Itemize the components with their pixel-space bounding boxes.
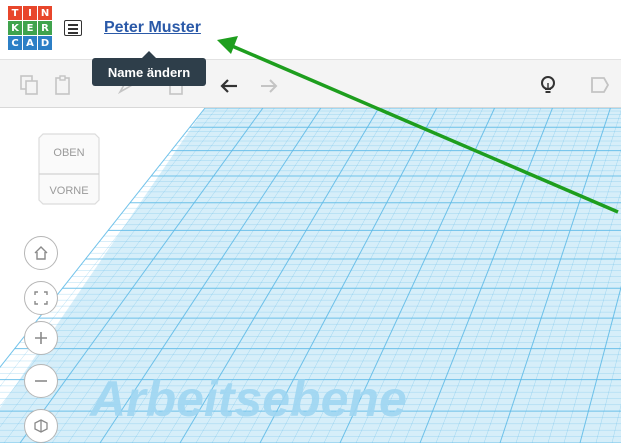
logo-letter: T — [8, 6, 22, 20]
logo-letter: R — [38, 21, 52, 35]
undo-icon[interactable] — [218, 74, 240, 96]
perspective-button[interactable] — [24, 409, 58, 443]
zoom-in-icon — [35, 332, 47, 344]
note-icon[interactable] — [588, 74, 610, 96]
logo-letter: N — [38, 6, 52, 20]
logo-letter: D — [38, 36, 52, 50]
design-list-icon[interactable] — [64, 20, 82, 36]
fit-view-button[interactable] — [24, 281, 58, 315]
home-view-button[interactable] — [24, 236, 58, 270]
zoom-in-button[interactable] — [24, 321, 58, 355]
tinkercad-logo[interactable]: TIN KER CAD — [8, 6, 53, 51]
fit-icon — [34, 291, 48, 305]
tooltip-arrow — [142, 51, 156, 58]
zoom-out-icon — [35, 380, 47, 382]
lightbulb-icon[interactable] — [537, 74, 559, 96]
logo-letter: A — [23, 36, 37, 50]
logo-letter: C — [8, 36, 22, 50]
logo-letter: E — [23, 21, 37, 35]
paste-icon[interactable] — [52, 74, 74, 96]
workplane-label: Arbeitsebene — [90, 371, 407, 427]
view-cube[interactable]: OBEN VORNE — [37, 132, 101, 206]
redo-icon[interactable] — [258, 74, 280, 96]
copy-icon[interactable] — [18, 74, 40, 96]
design-name-link[interactable]: Peter Muster — [104, 19, 201, 37]
home-icon — [34, 246, 48, 260]
view-cube-top-label[interactable]: OBEN — [53, 147, 84, 159]
perspective-icon — [34, 419, 48, 433]
logo-letter: K — [8, 21, 22, 35]
zoom-out-button[interactable] — [24, 364, 58, 398]
header: TIN KER CAD Peter Muster — [0, 0, 621, 59]
logo-letter: I — [23, 6, 37, 20]
rename-tooltip: Name ändern — [92, 58, 206, 86]
view-cube-front-label[interactable]: VORNE — [49, 185, 88, 197]
